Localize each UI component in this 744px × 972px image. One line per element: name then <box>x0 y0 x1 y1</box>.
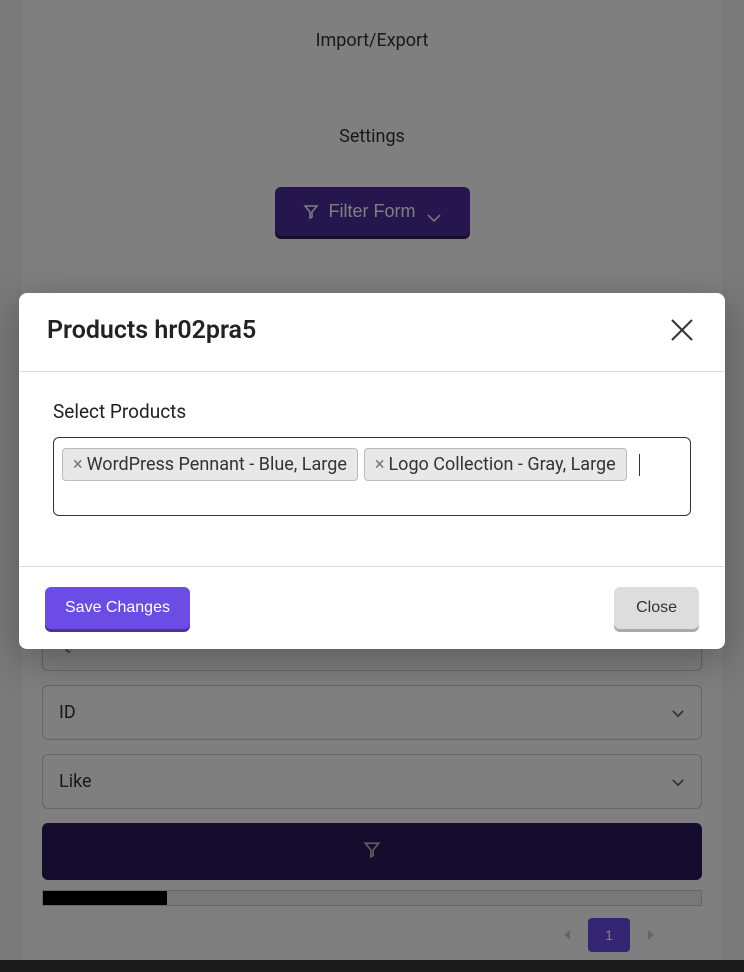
products-tag-input[interactable]: × WordPress Pennant - Blue, Large × Logo… <box>53 437 691 516</box>
modal-footer: Save Changes Close <box>19 566 725 649</box>
tag-label: Logo Collection - Gray, Large <box>388 454 615 475</box>
modal-title: Products hr02pra5 <box>47 316 256 345</box>
product-tag: × WordPress Pennant - Blue, Large <box>62 448 358 481</box>
tag-remove-icon[interactable]: × <box>73 454 83 475</box>
close-icon[interactable] <box>667 315 697 345</box>
tag-label: WordPress Pennant - Blue, Large <box>87 454 347 475</box>
close-button[interactable]: Close <box>614 587 699 629</box>
products-modal: Products hr02pra5 Select Products × Word… <box>19 293 725 649</box>
save-changes-button[interactable]: Save Changes <box>45 587 190 629</box>
select-products-label: Select Products <box>53 400 691 423</box>
text-cursor <box>639 454 640 476</box>
modal-body: Select Products × WordPress Pennant - Bl… <box>19 372 725 566</box>
tag-remove-icon[interactable]: × <box>375 454 385 475</box>
product-tag: × Logo Collection - Gray, Large <box>364 448 627 481</box>
modal-header: Products hr02pra5 <box>19 293 725 372</box>
